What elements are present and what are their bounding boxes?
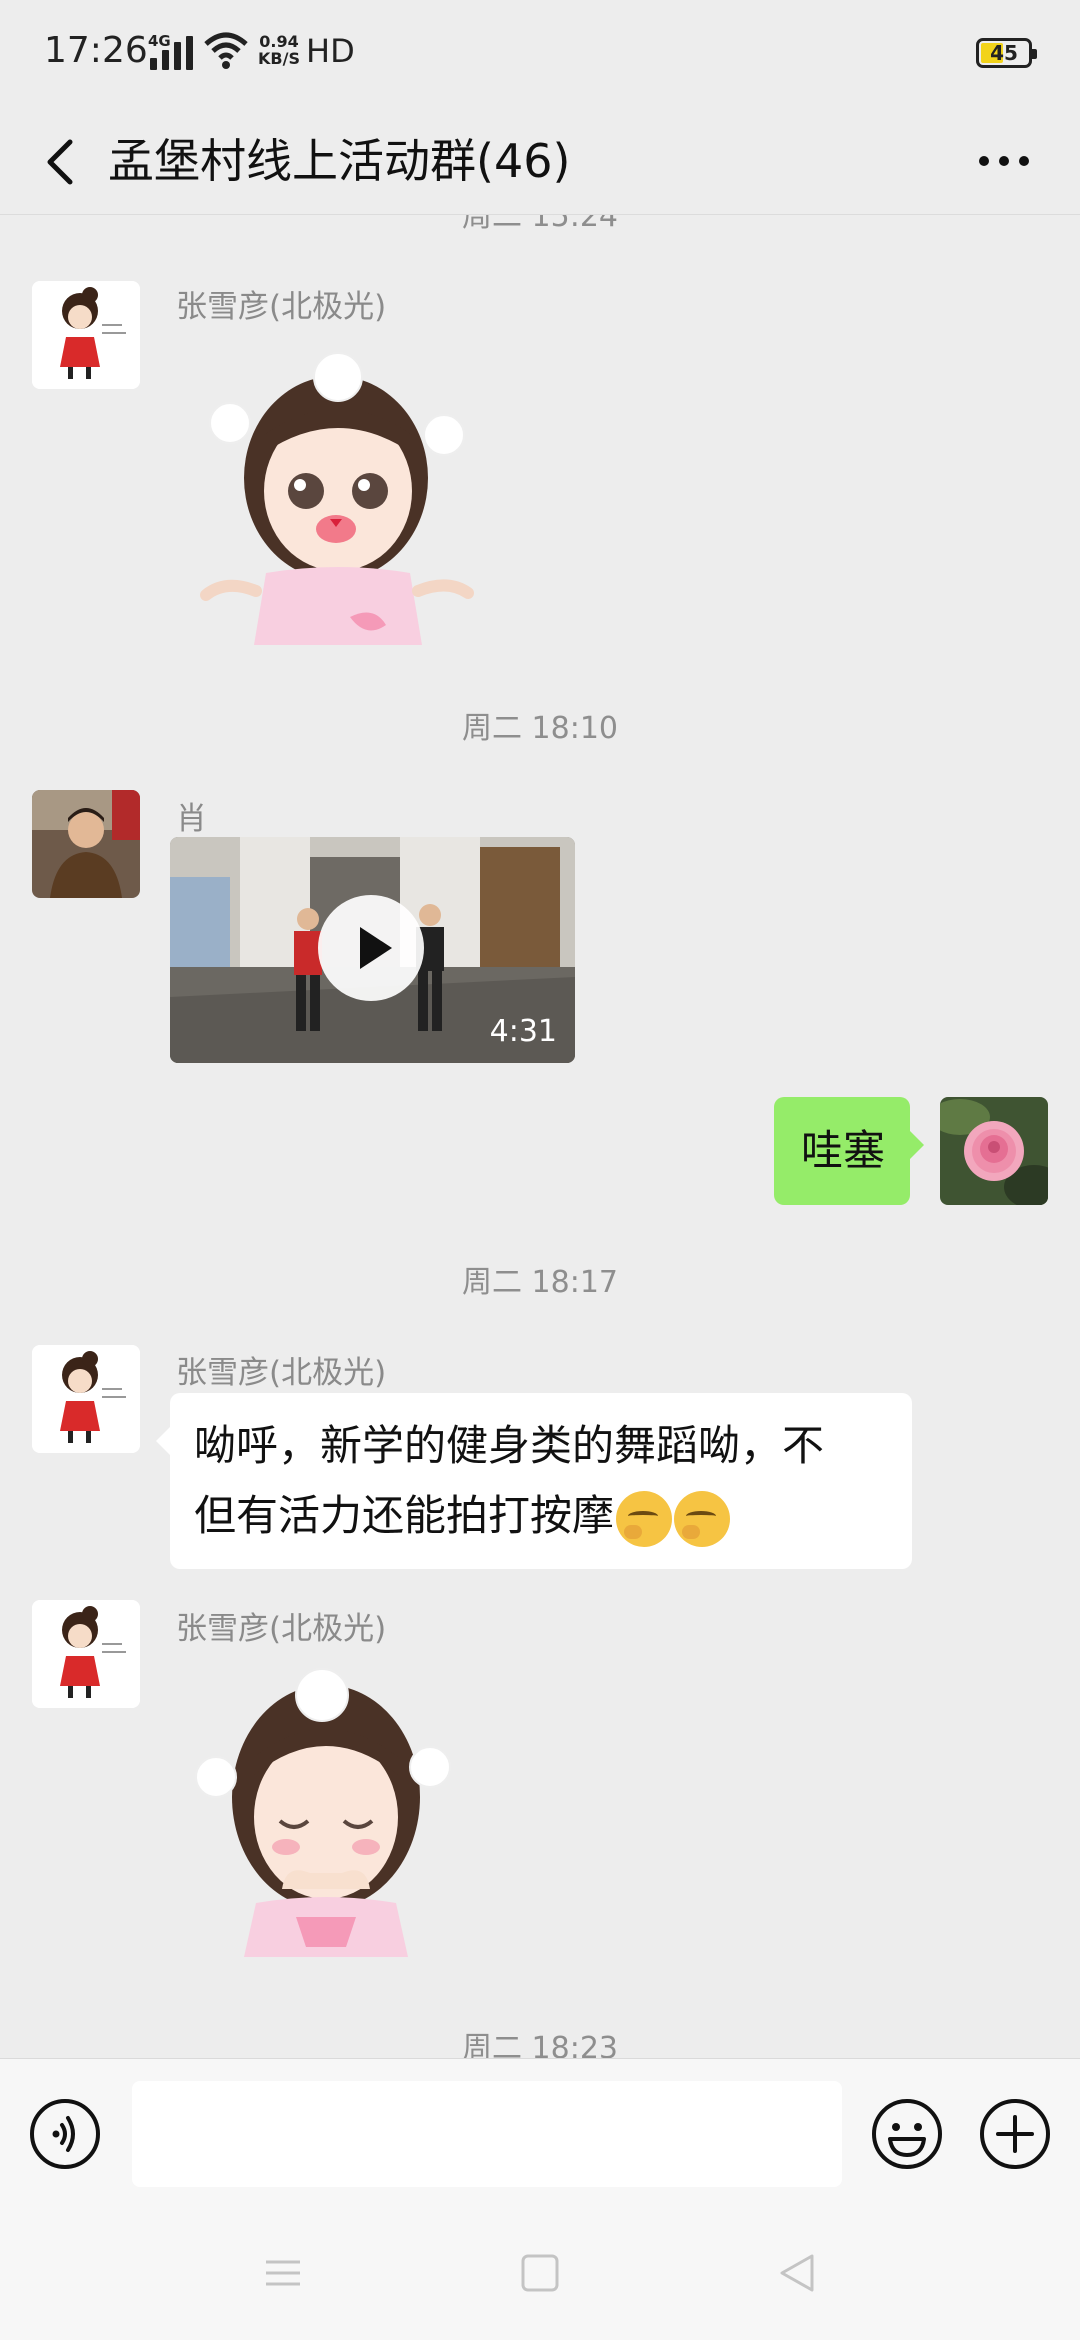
thinking-emoji-icon bbox=[616, 1490, 673, 1547]
network-type: 4G bbox=[148, 32, 171, 50]
timestamp: 周二 15:24 bbox=[462, 215, 618, 234]
timestamp: 周二 18:10 bbox=[462, 711, 618, 746]
message-text-line: 但有活力还能拍打按摩 bbox=[194, 1481, 890, 1551]
avatar[interactable] bbox=[32, 790, 140, 898]
network-speed: 0.94 KB/S bbox=[258, 32, 300, 68]
video-message[interactable]: 4:31 bbox=[170, 837, 575, 1063]
avatar[interactable] bbox=[32, 281, 140, 389]
wifi-icon bbox=[204, 32, 248, 69]
sticker-image[interactable] bbox=[186, 1657, 466, 1957]
input-bar bbox=[0, 2058, 1080, 2209]
thinking-emoji-icon bbox=[674, 1490, 731, 1547]
sender-name: 张雪彦(北极光) bbox=[176, 1355, 387, 1391]
home-icon[interactable] bbox=[515, 2248, 565, 2298]
emoji-icon[interactable] bbox=[870, 2097, 944, 2171]
voice-icon[interactable] bbox=[28, 2097, 102, 2171]
avatar[interactable] bbox=[32, 1600, 140, 1708]
play-icon[interactable] bbox=[318, 895, 424, 1001]
sender-name: 张雪彦(北极光) bbox=[176, 1611, 387, 1647]
hd-indicator: HD bbox=[306, 32, 355, 70]
system-nav-bar bbox=[0, 2208, 1080, 2340]
outgoing-message-bubble[interactable]: 哇塞 bbox=[774, 1097, 924, 1205]
video-duration: 4:31 bbox=[489, 1014, 557, 1049]
sender-name: 肖 bbox=[176, 801, 207, 837]
message-text-line: 呦呼，新学的健身类的舞蹈呦，不 bbox=[194, 1421, 825, 1470]
message-input[interactable] bbox=[132, 2081, 842, 2187]
my-avatar[interactable] bbox=[940, 1097, 1048, 1205]
battery-level: 45 bbox=[990, 41, 1018, 65]
sticker-image[interactable] bbox=[196, 343, 476, 645]
chat-title: 孟堡村线上活动群(46) bbox=[108, 134, 571, 188]
back-nav-icon[interactable] bbox=[772, 2248, 822, 2298]
status-bar: 17:26 4G 0.94 KB/S HD 45 bbox=[0, 0, 1080, 108]
status-time: 17:26 bbox=[44, 30, 148, 71]
avatar[interactable] bbox=[32, 1345, 140, 1453]
chat-header: 孟堡村线上活动群(46) bbox=[0, 108, 1080, 215]
timestamp: 周二 18:17 bbox=[462, 1265, 618, 1300]
cellular-signal-icon: 4G bbox=[148, 32, 193, 70]
incoming-message-bubble[interactable]: 呦呼，新学的健身类的舞蹈呦，不 但有活力还能拍打按摩 bbox=[156, 1393, 912, 1569]
more-dots-icon[interactable] bbox=[966, 126, 1046, 196]
battery-icon: 45 bbox=[976, 38, 1037, 68]
timestamp: 周二 18:23 bbox=[462, 2031, 618, 2058]
menu-icon[interactable] bbox=[258, 2248, 308, 2298]
sender-name: 张雪彦(北极光) bbox=[176, 289, 387, 325]
message-text: 哇塞 bbox=[801, 1126, 886, 1175]
message-list[interactable]: 周二 15:24 张雪彦(北极光) 周二 18:10 肖 4:31 哇塞 周二 … bbox=[0, 215, 1080, 2058]
plus-icon[interactable] bbox=[978, 2097, 1052, 2171]
chevron-left-icon[interactable] bbox=[28, 126, 98, 196]
